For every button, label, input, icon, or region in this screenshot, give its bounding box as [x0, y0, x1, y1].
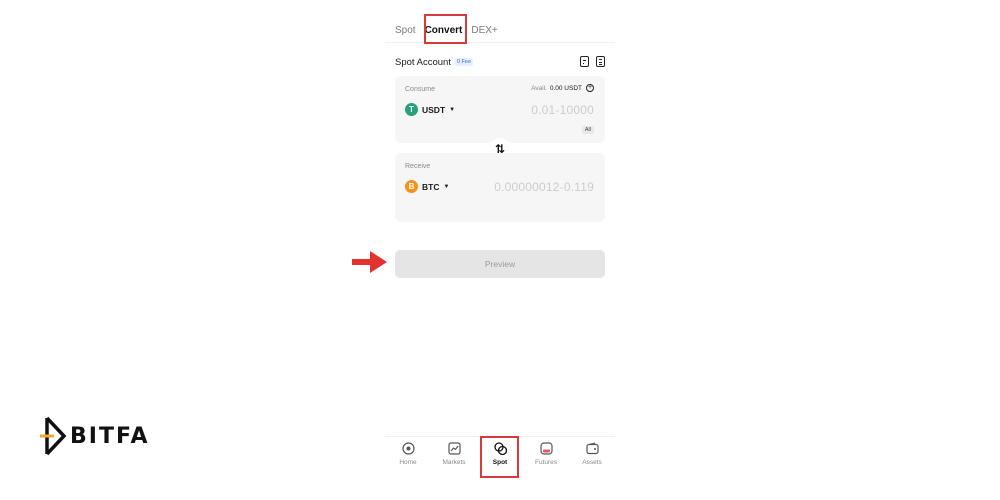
consume-amount-input[interactable]: 0.01-10000 [531, 103, 594, 117]
convert-screen: Spot Convert DEX+ Spot Account 0 Fee Con… [385, 0, 615, 500]
account-title: Spot Account [395, 56, 451, 68]
convert-tab-highlight [424, 14, 467, 44]
available-balance: Avail. 0.00 USDT + [531, 84, 594, 92]
receive-label: Receive [405, 163, 431, 170]
assets-icon [585, 442, 599, 455]
receive-amount-input[interactable]: 0.00000012-0.119 [494, 180, 594, 194]
logo-text: BITFA [70, 423, 150, 449]
nav-item-markets[interactable]: Markets [431, 440, 477, 474]
markets-icon [447, 442, 461, 455]
nav-label-home: Home [399, 459, 417, 466]
order-list-icon[interactable] [596, 56, 605, 67]
deposit-plus-icon[interactable]: + [586, 84, 594, 92]
consume-panel: Consume Avail. 0.00 USDT + T USDT ▼ 0.01… [395, 76, 605, 143]
history-icon[interactable] [580, 56, 589, 67]
tether-icon: T [405, 103, 418, 116]
avail-value: 0.00 USDT [549, 84, 582, 92]
all-button[interactable]: All [581, 126, 594, 134]
spot-nav-highlight [480, 436, 519, 478]
red-arrow-icon [352, 251, 387, 273]
home-icon [401, 442, 415, 455]
chevron-down-icon: ▼ [443, 183, 450, 190]
nav-label-assets: Assets [582, 459, 602, 466]
bitcoin-icon: B [405, 180, 418, 193]
avail-label: Avail. [531, 84, 547, 92]
receive-panel: Receive B BTC ▼ 0.00000012-0.119 [395, 153, 605, 222]
consume-coin-name: USDT [422, 104, 446, 115]
receive-coin-name: BTC [422, 181, 440, 192]
nav-item-assets[interactable]: Assets [569, 440, 615, 474]
chevron-down-icon: ▼ [449, 106, 456, 113]
tab-dex[interactable]: DEX+ [471, 24, 497, 38]
account-row: Spot Account 0 Fee [395, 55, 605, 69]
preview-button[interactable]: Preview [395, 250, 605, 278]
futures-icon [539, 442, 553, 455]
nav-label-futures: Futures [534, 459, 558, 466]
nav-item-home[interactable]: Home [385, 440, 431, 474]
consume-label: Consume [405, 86, 435, 93]
tab-spot[interactable]: Spot [395, 24, 416, 38]
consume-coin-selector[interactable]: T USDT ▼ [405, 103, 455, 116]
fee-badge: 0 Fee [454, 58, 474, 66]
bitfa-logo: BITFA [40, 416, 150, 456]
bitfa-logo-icon [40, 416, 67, 456]
receive-coin-selector[interactable]: B BTC ▼ [405, 180, 449, 193]
nav-label-markets: Markets [442, 459, 466, 466]
nav-item-futures[interactable]: Futures [523, 440, 569, 474]
tabs-divider [385, 42, 615, 43]
account-actions [580, 56, 605, 67]
